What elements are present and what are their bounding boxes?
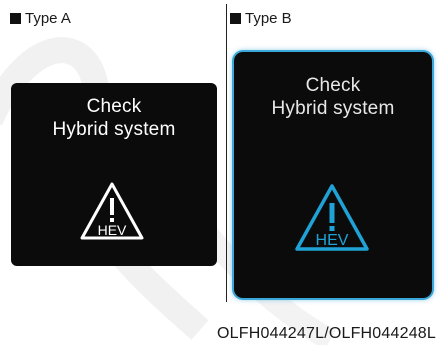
type-a-message-line1: Check — [86, 96, 142, 117]
hev-warning-triangle-icon: HEV — [79, 181, 145, 241]
type-a-message: Check Hybrid system — [11, 95, 217, 141]
type-b-icon-text: HEV — [316, 232, 349, 249]
square-bullet-icon — [230, 12, 241, 24]
type-b-label: Type B — [230, 8, 292, 28]
type-b-message: Check Hybrid system — [234, 74, 432, 120]
type-a-message-line2: Hybrid system — [52, 119, 176, 140]
figure-code-caption: OLFH044247L/OLFH044248L — [217, 325, 436, 342]
type-a-display-panel: Check Hybrid system HEV — [11, 83, 217, 266]
type-a-icon-text: HEV — [98, 222, 127, 238]
square-bullet-icon — [10, 12, 21, 24]
hev-warning-triangle-icon: HEV — [294, 183, 370, 253]
type-b-message-line2: Hybrid system — [271, 98, 395, 119]
type-b-display-panel: Check Hybrid system HEV — [234, 52, 432, 298]
type-a-label-text: Type A — [25, 9, 71, 27]
type-b-label-text: Type B — [245, 9, 292, 27]
divider-line — [226, 4, 227, 302]
type-a-label: Type A — [10, 8, 71, 28]
type-b-message-line1: Check — [305, 75, 361, 96]
